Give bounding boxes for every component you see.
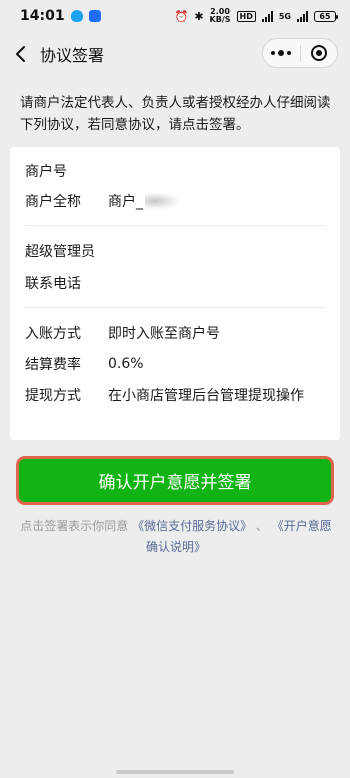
merchant-no-label: 商户号 xyxy=(25,164,67,180)
merchant-no-row: 商户号 xyxy=(25,160,108,182)
nav-bar: 协议签署 xyxy=(0,32,350,76)
agreement-info-card: 商户号 商户全称 商户_ 超级管理员 联系电话 入账方式 即时入账至商户号 结算… xyxy=(10,147,340,440)
redacted-blur xyxy=(145,193,179,209)
more-dot-icon xyxy=(278,50,285,56)
signal-icon-2 xyxy=(297,10,308,22)
footnote-prefix: 点击签署表示你同意 xyxy=(20,519,133,533)
status-bar: 14:01 ⏰ ✱ 2.00 KB/S HD 5G 65 xyxy=(0,0,350,32)
page-title: 协议签署 xyxy=(40,46,105,65)
entry-method-label: 入账方式 xyxy=(25,326,81,342)
contact-phone-row: 联系电话 xyxy=(25,272,108,294)
qq-notification-icon xyxy=(70,10,83,22)
miniprogram-capsule xyxy=(262,38,338,68)
back-button[interactable] xyxy=(4,32,38,76)
confirm-sign-button[interactable]: 确认开户意愿并签署 xyxy=(16,456,334,505)
target-close-icon xyxy=(310,45,327,61)
settlement-fee-row: 结算费率 0.6% xyxy=(25,353,144,375)
settlement-fee-value: 0.6% xyxy=(108,356,144,372)
app-notification-icon xyxy=(88,10,101,22)
merchant-full-name-row: 商户全称 商户_ xyxy=(25,190,179,212)
battery-icon: 65 xyxy=(314,10,338,22)
alarm-icon: ⏰ xyxy=(174,9,189,23)
network-speed-unit: KB/S xyxy=(209,15,231,24)
merchant-full-name-value: 商户_ xyxy=(108,194,143,210)
entry-method-value: 即时入账至商户号 xyxy=(108,326,220,342)
section-divider xyxy=(25,225,325,226)
more-dot-icon xyxy=(287,51,292,55)
withdraw-method-label: 提现方式 xyxy=(25,388,81,404)
network-type: 5G xyxy=(278,11,291,21)
status-time: 14:01 xyxy=(20,8,65,24)
withdraw-method-row: 提现方式 在小商店管理后台管理提现操作 xyxy=(25,384,304,406)
more-dot-icon xyxy=(271,51,276,55)
section-divider xyxy=(25,307,325,308)
bluetooth-icon: ✱ xyxy=(194,9,204,23)
more-button[interactable] xyxy=(263,39,300,67)
home-indicator[interactable] xyxy=(116,770,234,774)
network-speed: 2.00 KB/S xyxy=(210,8,231,24)
entry-method-row: 入账方式 即时入账至商户号 xyxy=(25,322,220,344)
super-admin-label: 超级管理员 xyxy=(25,244,95,260)
close-miniprogram-button[interactable] xyxy=(301,39,338,67)
agreement-footnote: 点击签署表示你同意 《微信支付服务协议》 、 《开户意愿确认说明》 xyxy=(18,516,334,558)
withdraw-method-value: 在小商店管理后台管理提现操作 xyxy=(108,388,304,404)
signal-icon xyxy=(261,10,273,22)
settlement-fee-label: 结算费率 xyxy=(25,357,81,373)
wechat-pay-service-agreement-link[interactable]: 《微信支付服务协议》 xyxy=(132,519,252,533)
chevron-left-icon xyxy=(16,46,25,62)
footnote-separator: 、 xyxy=(252,519,272,533)
super-admin-row: 超级管理员 xyxy=(25,240,108,262)
hd-badge: HD xyxy=(236,10,256,22)
contact-phone-label: 联系电话 xyxy=(25,276,81,292)
intro-text: 请商户法定代表人、负责人或者授权经办人仔细阅读下列协议，若同意协议，请点击签署。 xyxy=(20,95,331,133)
merchant-full-name-label: 商户全称 xyxy=(25,194,81,210)
